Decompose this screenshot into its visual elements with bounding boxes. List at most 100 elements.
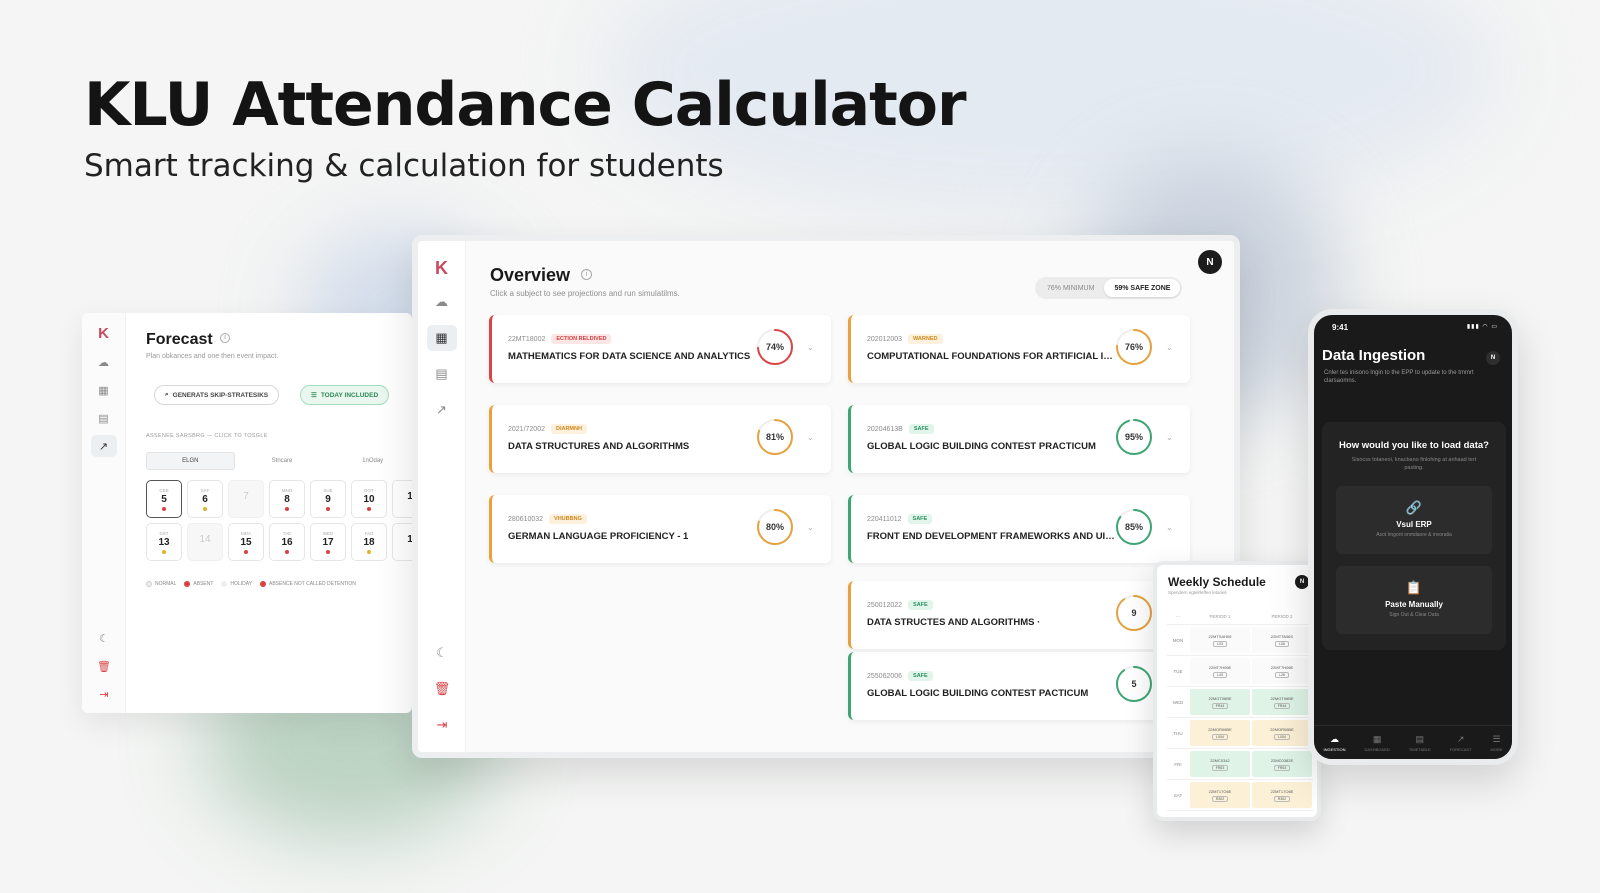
calendar-day[interactable]: SUE 9: [310, 480, 346, 518]
nav-dashboard[interactable]: ▦ DASHBOARD: [1364, 734, 1389, 752]
schedule-room-tag: L26: [1275, 671, 1289, 678]
schedule-course-code: 22MT17O6E: [1270, 788, 1294, 794]
bottom-nav: ☁ INGESTION ▦ DASHBOARD ▤ TIMETABLE ↗ FORECA…: [1314, 725, 1512, 759]
chevron-down-icon[interactable]: ⌄: [807, 343, 814, 352]
status-dot: [162, 506, 166, 511]
trash-icon[interactable]: 🗑: [427, 676, 457, 702]
status-dot: [326, 506, 330, 511]
theme-moon-icon[interactable]: ☾: [91, 627, 117, 649]
schedule-row: MON 22MTSAH06 L03 22MTTA06S L06: [1167, 625, 1313, 656]
subject-card[interactable]: 280610032 VHUBBNG GERMAN LANGUAGE PROFICIE…: [489, 495, 831, 563]
chevron-down-icon[interactable]: ⌄: [1166, 523, 1173, 532]
dashboard-icon: ▦: [1372, 733, 1382, 744]
chevron-down-icon[interactable]: ⌄: [807, 523, 814, 532]
subject-card[interactable]: 20204613B SAFE GLOBAL LOGIC BUILDING CONTE…: [848, 405, 1190, 473]
info-icon[interactable]: i: [581, 269, 592, 280]
theme-moon-icon[interactable]: ☾: [427, 640, 457, 666]
threshold-toggle: 76% MINIMUM 59% SAFE ZONE: [1035, 277, 1183, 299]
schedule-cell[interactable]: 22MT7H06E L43: [1190, 658, 1250, 684]
schedule-cell[interactable]: 22MOR06BE L004: [1252, 720, 1312, 746]
dashboard-icon[interactable]: ▦: [426, 325, 457, 351]
schedule-cell[interactable]: 22MC0382E FR63: [1252, 751, 1312, 777]
chevron-down-icon[interactable]: ⌄: [1166, 343, 1173, 352]
hero-title: KLU Attendance Calculator: [84, 70, 967, 140]
schedule-cell[interactable]: 22MOR06BE L004: [1190, 720, 1250, 746]
upload-icon[interactable]: ☁: [427, 289, 457, 315]
nav-forecast[interactable]: ↗ FORECAST: [1450, 734, 1472, 752]
chevron-down-icon[interactable]: ⌄: [807, 433, 814, 442]
schedule-day: FRI: [1174, 761, 1182, 767]
schedule-room-tag: R302: [1211, 795, 1229, 802]
calendar-day-number: 14: [199, 534, 211, 545]
nav-more[interactable]: ☰ MORE: [1491, 734, 1503, 752]
calendar-day[interactable]: 14: [187, 523, 223, 561]
schedule-day: SAT: [1173, 792, 1183, 798]
tab-elgn[interactable]: ELGN: [146, 452, 235, 470]
phone-data-ingestion: 9:41 ▮▮▮ ◠ ▭ Data Ingestion N Cnler tes …: [1308, 309, 1518, 765]
toggle-safe-zone[interactable]: 59% SAFE ZONE: [1104, 279, 1181, 297]
schedule-cell[interactable]: 22MC0342 FR63: [1190, 751, 1250, 777]
schedule-cell[interactable]: 22MTSAH06 L03: [1190, 627, 1250, 653]
forecast-icon[interactable]: ↗: [427, 397, 457, 423]
schedule-cell[interactable]: 22MT17O6E R302: [1190, 782, 1250, 808]
schedule-cell[interactable]: 22MGT06BE FR44: [1190, 689, 1250, 715]
nav-ingestion[interactable]: ☁ INGESTION: [1323, 734, 1345, 752]
info-icon[interactable]: i: [220, 333, 230, 343]
paste-manually-sub: Sign Out & Clear Data: [1389, 612, 1439, 618]
avatar[interactable]: N: [1486, 351, 1500, 365]
visit-erp-sub: Asot lrngont onmdaore & invoratia: [1376, 532, 1452, 538]
calendar-icon[interactable]: ▤: [91, 407, 117, 429]
logout-icon[interactable]: ⇥: [427, 712, 457, 738]
schedule-cell[interactable]: 22MT17O6E R302: [1252, 782, 1312, 808]
calendar-day[interactable]: 1: [392, 523, 412, 561]
calendar-day[interactable]: 7: [228, 480, 264, 518]
calendar-day-number: 17: [322, 536, 334, 548]
logout-icon[interactable]: ⇥: [91, 683, 117, 705]
dashboard-icon[interactable]: ▦: [91, 379, 117, 401]
avatar[interactable]: N: [1295, 575, 1309, 589]
tab-1noday[interactable]: 1nOday: [329, 452, 412, 470]
calendar-day[interactable]: WED 17: [310, 523, 346, 561]
forecast-icon[interactable]: ↗: [90, 435, 117, 457]
subject-code-row: 255062006 SAFE: [867, 671, 933, 681]
calendar-day[interactable]: MDA 15: [228, 523, 264, 561]
calendar-day[interactable]: CEE 5: [146, 480, 182, 518]
trash-icon[interactable]: 🗑: [91, 655, 117, 677]
calendar-day-of-week: WED: [322, 530, 334, 536]
schedule-course-code: 22MGT06BE: [1208, 695, 1232, 701]
schedule-cell[interactable]: 22MGT06BE FR44: [1252, 689, 1312, 715]
visit-erp-button[interactable]: 🔗 Vsul ERP Asot lrngont onmdaore & invor…: [1336, 486, 1492, 554]
app-logo-icon: K: [98, 325, 109, 342]
status-dot: [367, 506, 371, 511]
subject-card[interactable]: 22MT18002 ECTION RELDIVED MATHEMATICS FOR …: [489, 315, 831, 383]
today-included-button[interactable]: ☰ TODAY INCLUDED: [300, 385, 390, 405]
calendar-day[interactable]: FAD 18: [351, 523, 387, 561]
paste-manually-button[interactable]: 📋 Paste Manually Sign Out & Clear Data: [1336, 566, 1492, 634]
subject-card[interactable]: 255062006 SAFE GLOBAL LOGIC BUILDING CONTE…: [848, 652, 1190, 720]
legend-absence-detention: ABSENCE NOT CALLED DETENTION: [260, 581, 356, 587]
chevron-down-icon[interactable]: ⌄: [1166, 433, 1173, 442]
calendar-icon[interactable]: ▤: [427, 361, 457, 387]
tab-stncare[interactable]: Stncare: [239, 452, 326, 470]
toggle-minimum[interactable]: 76% MINIMUM: [1037, 279, 1104, 297]
schedule-cell[interactable]: 22MT7H06E L26: [1252, 658, 1312, 684]
subject-card[interactable]: 2021/72002 DIARMNH DATA STRUCTURES AND ALG…: [489, 405, 831, 473]
avatar[interactable]: N: [1198, 250, 1222, 274]
calendar-day[interactable]: MNO 8: [269, 480, 305, 518]
upload-icon[interactable]: ☁: [91, 351, 117, 373]
schedule-cell[interactable]: 22MTTA06S L06: [1252, 627, 1312, 653]
subject-name: GLOBAL LOGIC BUILDING CONTEST PACTICUM: [867, 688, 1089, 699]
subject-card[interactable]: 202012003 WARNED COMPUTATIONAL FOUNDATIONS…: [848, 315, 1190, 383]
calendar-day[interactable]: 1: [392, 480, 412, 518]
calendar-day[interactable]: SAT 6: [187, 480, 223, 518]
nav-timetable[interactable]: ▤ TIMETABLE: [1409, 734, 1431, 752]
schedule-day: WED: [1172, 699, 1184, 705]
attendance-percent: 85%: [1124, 522, 1143, 532]
subject-card[interactable]: 250012022 SAFE DATA STRUCTES AND ALGORITHM…: [848, 581, 1190, 649]
subject-card[interactable]: 220411012 SAFE FRONT END DEVELOPMENT FRAME…: [848, 495, 1190, 563]
generate-strategies-button[interactable]: ⌕ GENERATS SKIP-STRATESIKS: [154, 385, 280, 405]
calendar-day[interactable]: DST 13: [146, 523, 182, 561]
calendar-day[interactable]: DOT 10: [351, 480, 387, 518]
calendar-day[interactable]: TAE 16: [269, 523, 305, 561]
app-logo-icon: K: [435, 258, 448, 278]
